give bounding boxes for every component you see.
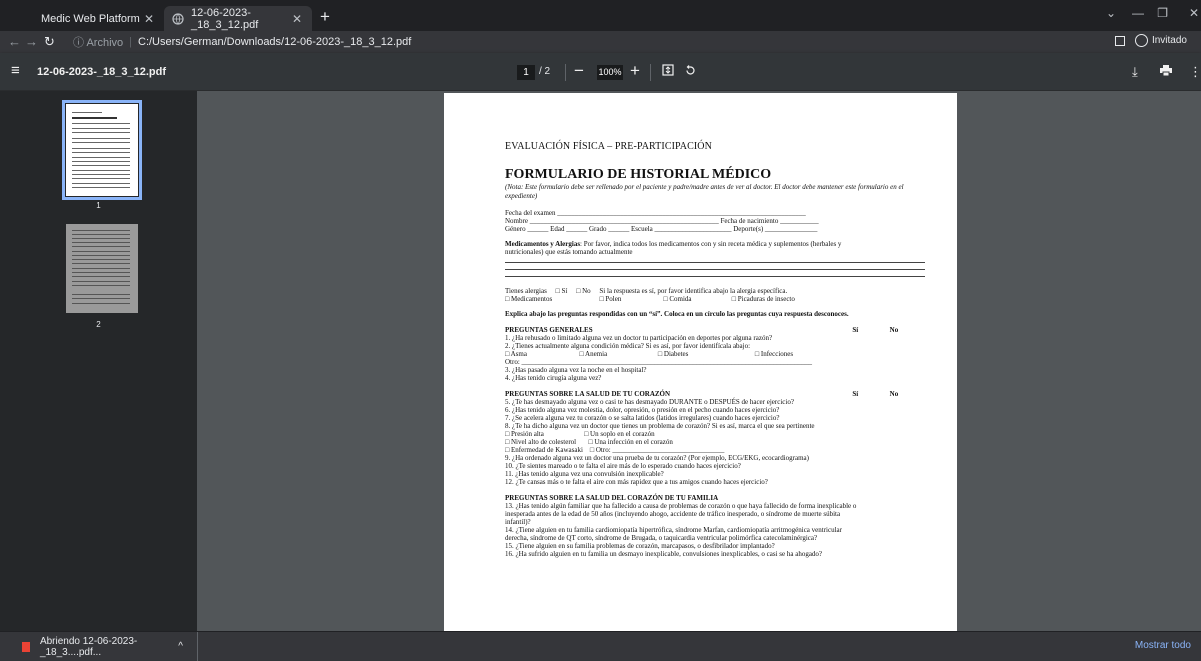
url-separator: | <box>129 36 132 48</box>
url-text: C:/Users/German/Downloads/12-06-2023-_18… <box>138 36 412 48</box>
tab-close-icon[interactable]: ✕ <box>292 12 302 26</box>
question-line: 2. ¿Tienes actualmente alguna condición … <box>505 342 751 350</box>
forward-icon[interactable]: → <box>25 34 38 49</box>
page-thumbnail-2[interactable] <box>66 224 138 313</box>
question-line: Otro: __________________________________… <box>505 358 813 366</box>
tab-title: Medic Web Platform <box>41 12 140 25</box>
download-icon[interactable]: ⤓ <box>1132 64 1138 80</box>
blank-line <box>505 269 925 270</box>
tab-medic-web-platform[interactable]: Medic Web Platform ✕ <box>14 6 164 31</box>
question-line: 3. ¿Has pasado alguna vez la noche en el… <box>505 366 647 374</box>
thumbnail-sidebar: 1 2 <box>0 91 197 631</box>
globe-icon <box>172 12 184 25</box>
download-item[interactable]: Abriendo 12-06-2023-_18_3....pdf... ^ <box>0 632 198 661</box>
restore-icon[interactable]: ❐ <box>1157 6 1168 20</box>
document-pretitle: EVALUACIÓN FÍSICA – PRE-PARTICIPACIÓN <box>505 141 712 152</box>
pdf-viewer[interactable]: EVALUACIÓN FÍSICA – PRE-PARTICIPACIÓN FO… <box>197 91 1201 631</box>
medications-paragraph: Medicamentos y Alergias: Por favor, indi… <box>505 240 927 248</box>
medications-text: : Por favor, indica todos los medicament… <box>580 240 842 248</box>
question-line: 9. ¿Ha ordenado alguna vez un doctor una… <box>505 454 809 462</box>
question-line: derecha, síndrome de QT corto, síndrome … <box>505 534 818 542</box>
thumbnail-label: 1 <box>96 201 101 210</box>
question-line: 10. ¿Te sientes mareado o te falta el ai… <box>505 462 741 470</box>
address-bar: ← → ↻ ⓘ Archivo | C:/Users/German/Downlo… <box>0 31 1201 53</box>
document-title: FORMULARIO DE HISTORIAL MÉDICO <box>505 167 772 182</box>
site-favicon-icon <box>22 13 34 25</box>
question-line: 4. ¿Has tenido cirugía alguna vez? <box>505 374 602 382</box>
download-item-label: Abriendo 12-06-2023-_18_3....pdf... <box>39 635 138 658</box>
pdf-toolbar: ≡ 12-06-2023-_18_3_12.pdf 1 / 2 − 100% +… <box>0 53 1201 91</box>
section-header-family: PREGUNTAS SOBRE LA SALUD DEL CORAZÓN DE … <box>505 494 719 502</box>
tab-pdf[interactable]: 12-06-2023-_18_3_12.pdf ✕ <box>164 6 312 31</box>
blank-line <box>505 262 925 263</box>
zoom-in-button[interactable]: + <box>630 61 640 81</box>
url-field[interactable]: ⓘ Archivo | C:/Users/German/Downloads/12… <box>73 34 1113 50</box>
close-window-icon[interactable]: ✕ <box>1189 6 1199 20</box>
allergies-options: □ Medicamentos □ Polen □ Comida □ Picadu… <box>505 295 795 303</box>
profile-name: Invitado <box>1151 35 1187 46</box>
question-line: 6. ¿Has tenido alguna vez molestia, dolo… <box>505 406 780 414</box>
page-total: / 2 <box>539 66 551 77</box>
back-icon[interactable]: ← <box>8 34 21 49</box>
question-line: 12. ¿Te cansas más o te falta el aire co… <box>505 478 768 486</box>
explain-instructions: Explica abajo las preguntas respondidas … <box>505 310 849 318</box>
question-line: □ Nivel alto de colesterol □ Una infecci… <box>505 438 673 446</box>
profile-avatar-icon <box>1134 34 1148 47</box>
sidebar-menu-icon[interactable]: ≡ <box>11 63 20 78</box>
form-field-line: Fecha del examen _______________________… <box>505 209 806 217</box>
toolbar-divider <box>565 64 566 81</box>
section-header-heart: PREGUNTAS SOBRE LA SALUD DE TU CORAZÓN Sí… <box>505 390 899 398</box>
question-line: 5. ¿Te has desmayado alguna vez o casi t… <box>505 398 794 406</box>
question-line: 14. ¿Tiene alguien en tu familia cardiom… <box>505 526 842 534</box>
question-line: 13. ¿Has tenido algún familiar que ha fa… <box>505 502 857 510</box>
side-panel-icon[interactable] <box>1114 35 1125 46</box>
rotate-icon[interactable] <box>684 64 697 80</box>
allergies-line: Tienes alergias □ Sí □ No Si la respuest… <box>505 287 788 295</box>
site-info-label[interactable]: ⓘ Archivo <box>73 34 123 50</box>
pdf-page: EVALUACIÓN FÍSICA – PRE-PARTICIPACIÓN FO… <box>444 93 957 631</box>
tab-search-chevron-icon[interactable]: ⌄ <box>1106 6 1116 20</box>
minimize-icon[interactable]: — <box>1132 6 1144 20</box>
fit-to-page-icon[interactable] <box>662 64 674 79</box>
question-line: 11. ¿Has tenido alguna vez una convulsió… <box>505 470 664 478</box>
question-line: inesperada antes de la edad de 50 años (… <box>505 510 841 518</box>
question-line: 7. ¿Se acelera alguna vez tu corazón o s… <box>505 414 780 422</box>
reload-icon[interactable]: ↻ <box>44 34 55 50</box>
medications-text-2: nutricionales) que estás tomando actualm… <box>505 248 633 256</box>
question-line: 16. ¿Ha sufrido alguien en tu familia un… <box>505 550 823 558</box>
pdf-file-icon <box>22 641 30 652</box>
form-field-line: Nombre _________________________________… <box>505 217 819 225</box>
zoom-out-button[interactable]: − <box>574 61 584 81</box>
question-line: 8. ¿Te ha dicho alguna vez un doctor que… <box>505 422 815 430</box>
profile-button[interactable]: Invitado <box>1114 34 1187 47</box>
zoom-input[interactable]: 100% <box>597 65 623 80</box>
download-bar: Abriendo 12-06-2023-_18_3....pdf... ^ Mo… <box>0 631 1201 661</box>
more-options-icon[interactable]: ⋮ <box>1189 64 1201 80</box>
section-header-general: PREGUNTAS GENERALES Sí No <box>505 326 899 334</box>
question-line: □ Presión alta □ Un soplo en el corazón <box>505 430 655 438</box>
question-line: 15. ¿Tiene alguien en su familia problem… <box>505 542 775 550</box>
chevron-up-icon[interactable]: ^ <box>178 641 183 652</box>
show-all-button[interactable]: Mostrar todo <box>1135 640 1191 651</box>
pdf-filename: 12-06-2023-_18_3_12.pdf <box>37 66 167 78</box>
form-field-line: Género ______ Edad ______ Grado ______ E… <box>505 225 818 233</box>
thumbnail-label: 2 <box>96 320 101 329</box>
tab-strip: Medic Web Platform ✕ 12-06-2023-_18_3_12… <box>0 0 1201 31</box>
print-icon[interactable] <box>1160 64 1172 79</box>
document-note: (Nota: Este formulario debe ser rellenad… <box>505 183 904 200</box>
page-number-input[interactable]: 1 <box>517 65 535 80</box>
page-thumbnail-1[interactable] <box>62 100 142 200</box>
tab-close-icon[interactable]: ✕ <box>144 12 154 26</box>
question-line: □ Enfermedad de Kawasaki □ Otro: _______… <box>505 446 725 454</box>
toolbar-divider <box>650 64 651 81</box>
question-line: 1. ¿Ha rehusado o limitado alguna vez un… <box>505 334 773 342</box>
medications-label: Medicamentos y Alergias <box>505 240 581 248</box>
question-line: □ Asma □ Anemia □ Diabetes □ Infecciones <box>505 350 794 358</box>
tab-title: 12-06-2023-_18_3_12.pdf <box>191 6 259 31</box>
question-line: infantil)? <box>505 518 531 526</box>
new-tab-button[interactable]: + <box>320 7 330 27</box>
